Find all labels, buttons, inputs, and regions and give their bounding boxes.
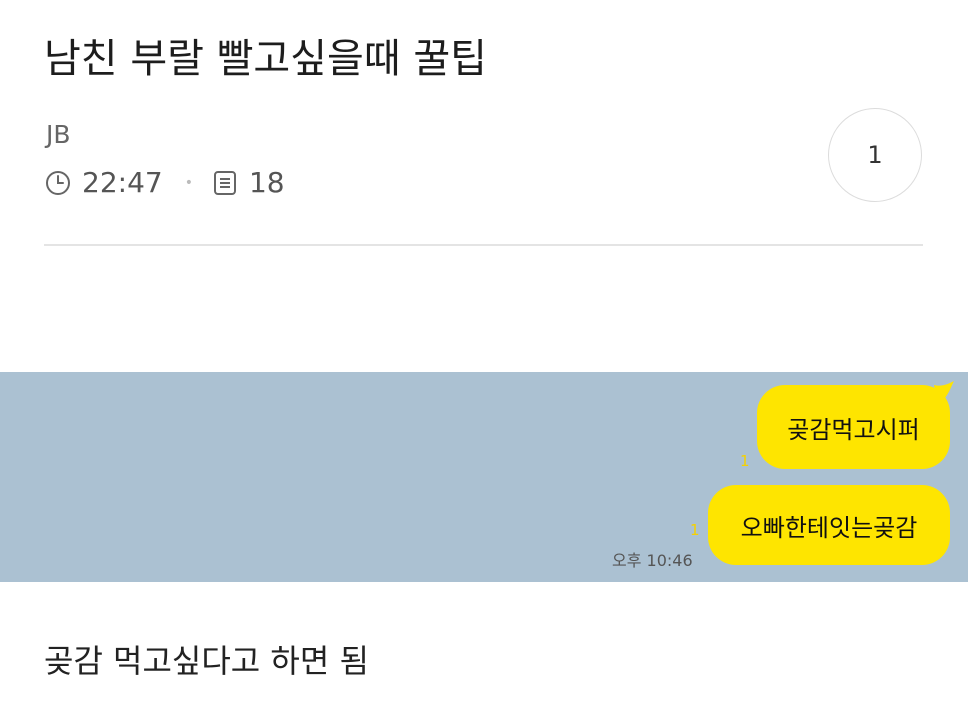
clock-icon [44,169,72,197]
chat-bubble: 곶감먹고시퍼 [757,385,950,469]
document-icon [211,169,239,197]
post-meta: 22:47 • 18 [44,166,285,199]
divider [44,244,923,246]
read-count: 1 [690,521,700,539]
message-timestamp: 오후 10:46 [612,551,693,570]
post-title: 남친 부랄 빨고싶을때 꿀팁 [44,36,487,82]
read-count: 1 [740,452,750,470]
comment-count: 18 [248,166,285,199]
meta-separator: • [184,174,193,191]
chat-bubble: 오빠한테잇는곶감 [708,485,950,565]
chat-screenshot: 곶감먹고시퍼 1 오빠한테잇는곶감 1 오후 10:46 [0,372,968,582]
author-name[interactable]: JB [46,120,71,149]
post-time: 22:47 [82,166,163,199]
post-body-text: 곶감 먹고싶다고 하면 됨 [44,642,369,680]
like-count-button[interactable]: 1 [828,108,922,202]
